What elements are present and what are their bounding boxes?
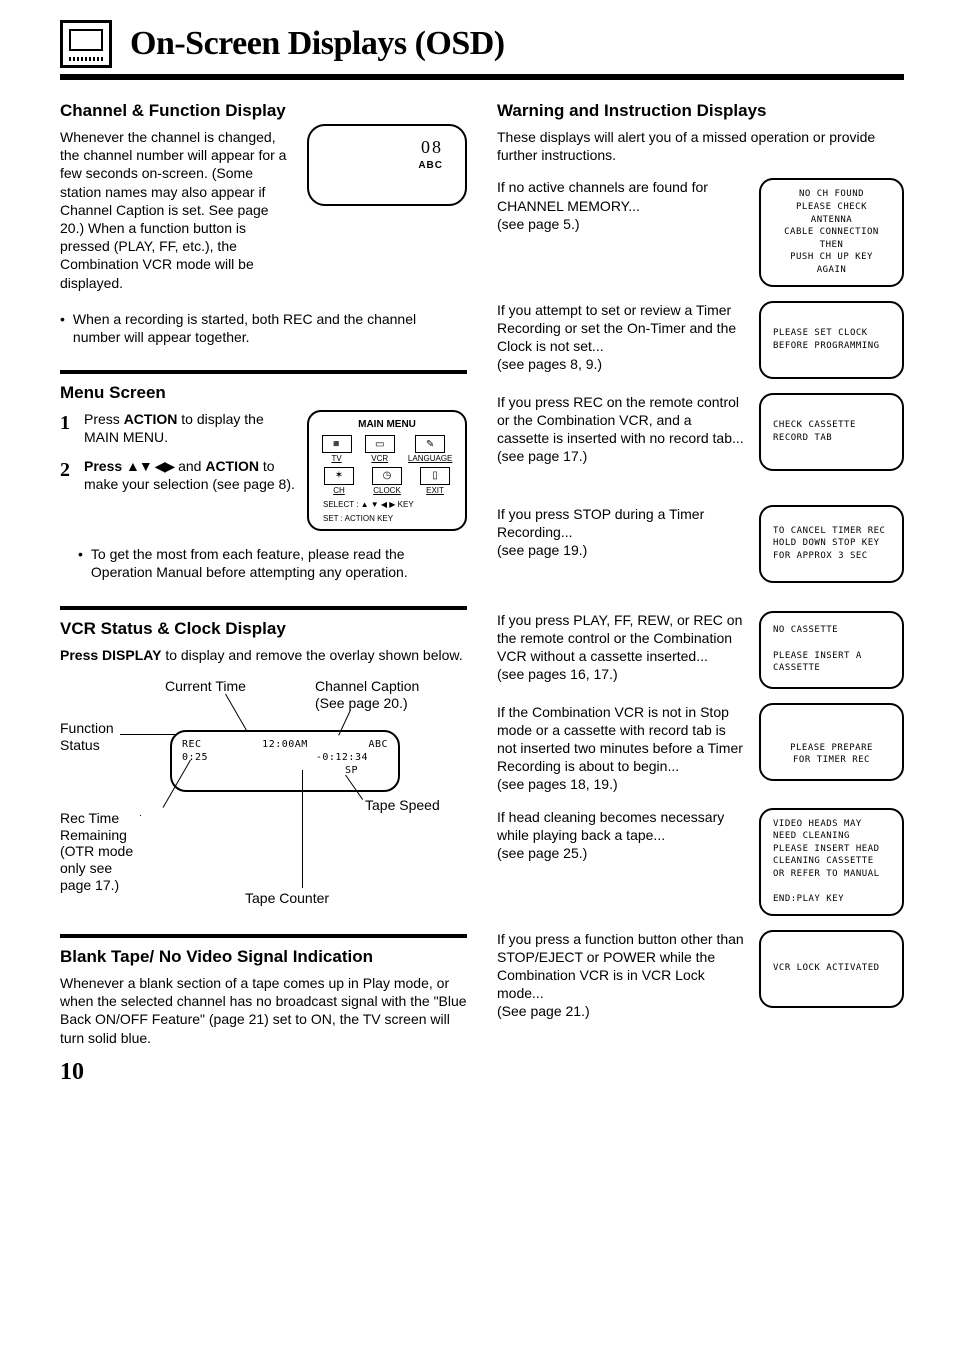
- warning-osd-box: NO CASSETTE PLEASE INSERT A CASSETTE: [759, 611, 904, 689]
- warning-osd-box: PLEASE PREPARE FOR TIMER REC: [759, 703, 904, 781]
- warning-text: If you press STOP during a Timer Recordi…: [497, 505, 747, 560]
- menu-clock-icon: ◷: [372, 467, 402, 485]
- channel-caption: ABC: [418, 159, 443, 172]
- page-number: 10: [60, 1057, 467, 1088]
- warning-osd-box: CHECK CASSETTE RECORD TAB: [759, 393, 904, 471]
- menu-vcr-icon: ▭: [365, 435, 395, 453]
- vcr-diagram: Current Time Channel Caption (See page 2…: [60, 670, 467, 910]
- menu-box-title: MAIN MENU: [315, 418, 459, 431]
- step-2-text: Press ▲▼ ◀▶ and ACTION to make your sele…: [84, 457, 295, 493]
- label-function-status: Function Status: [60, 720, 114, 754]
- left-column: Channel & Function Display Whenever the …: [60, 100, 467, 1088]
- label-rec-time: Rec Time Remaining (OTR mode only see pa…: [60, 810, 133, 894]
- warning-text: If you press PLAY, FF, REW, or REC on th…: [497, 611, 747, 684]
- menu-lang-icon: ✎: [415, 435, 445, 453]
- menu-footer-2: SET : ACTION KEY: [315, 514, 459, 524]
- blank-tape-title: Blank Tape/ No Video Signal Indication: [60, 946, 467, 968]
- channel-bullet: When a recording is started, both REC an…: [73, 310, 467, 346]
- vcr-osd-box: REC12:00AMABC 0:25-0:12:34 SP: [170, 730, 400, 792]
- channel-title: Channel & Function Display: [60, 100, 467, 122]
- main-menu-osd-box: MAIN MENU ◾TV ▭VCR ✎LANGUAGE ✶CH ◷CLOCK …: [307, 410, 467, 531]
- bullet-dot: •: [78, 545, 83, 581]
- right-column: Warning and Instruction Displays These d…: [497, 100, 904, 1088]
- vcr-lead: Press DISPLAY to display and remove the …: [60, 646, 467, 664]
- header-rule: [60, 74, 904, 80]
- warning-osd-box: NO CH FOUND PLEASE CHECK ANTENNA CABLE C…: [759, 178, 904, 286]
- warning-title: Warning and Instruction Displays: [497, 100, 904, 122]
- channel-number: 08: [421, 136, 443, 159]
- warning-osd-box: VIDEO HEADS MAY NEED CLEANING PLEASE INS…: [759, 808, 904, 916]
- blank-tape-body: Whenever a blank section of a tape comes…: [60, 974, 467, 1047]
- step-1-num: 1: [60, 410, 76, 436]
- step-2-num: 2: [60, 457, 76, 483]
- bullet-dot: •: [60, 310, 65, 346]
- vcr-status-title: VCR Status & Clock Display: [60, 618, 467, 640]
- channel-body: Whenever the channel is changed, the cha…: [60, 128, 295, 292]
- warning-text: If you press REC on the remote control o…: [497, 393, 747, 466]
- warning-osd-box: VCR LOCK ACTIVATED: [759, 930, 904, 1008]
- warning-text: If the Combination VCR is not in Stop mo…: [497, 703, 747, 794]
- menu-tv-icon: ◾: [322, 435, 352, 453]
- warning-osd-box: TO CANCEL TIMER REC HOLD DOWN STOP KEY F…: [759, 505, 904, 583]
- warning-intro: These displays will alert you of a misse…: [497, 128, 904, 164]
- section-rule: [60, 934, 467, 938]
- page-header: On-Screen Displays (OSD): [60, 20, 904, 68]
- warning-osd-box: PLEASE SET CLOCK BEFORE PROGRAMMING: [759, 301, 904, 379]
- menu-ch-icon: ✶: [324, 467, 354, 485]
- label-tape-counter: Tape Counter: [245, 890, 329, 907]
- tv-icon: [60, 20, 112, 68]
- channel-osd-box: 08 ABC: [307, 124, 467, 206]
- section-rule: [60, 370, 467, 374]
- menu-title: Menu Screen: [60, 382, 467, 404]
- step-1-text: Press ACTION to display the MAIN MENU.: [84, 410, 295, 446]
- warning-text: If no active channels are found for CHAN…: [497, 178, 747, 233]
- warning-text: If head cleaning becomes necessary while…: [497, 808, 747, 863]
- label-current-time: Current Time: [165, 678, 246, 695]
- label-tape-speed: Tape Speed: [365, 797, 440, 814]
- warning-text: If you attempt to set or review a Timer …: [497, 301, 747, 374]
- warning-text: If you press a function button other tha…: [497, 930, 747, 1021]
- menu-bullet: To get the most from each feature, pleas…: [91, 545, 467, 581]
- menu-exit-icon: ▯: [420, 467, 450, 485]
- menu-footer-1: SELECT : ▲ ▼ ◀ ▶ KEY: [315, 500, 459, 510]
- section-rule: [60, 606, 467, 610]
- label-channel-caption: Channel Caption (See page 20.): [315, 678, 419, 712]
- page-title: On-Screen Displays (OSD): [130, 22, 505, 66]
